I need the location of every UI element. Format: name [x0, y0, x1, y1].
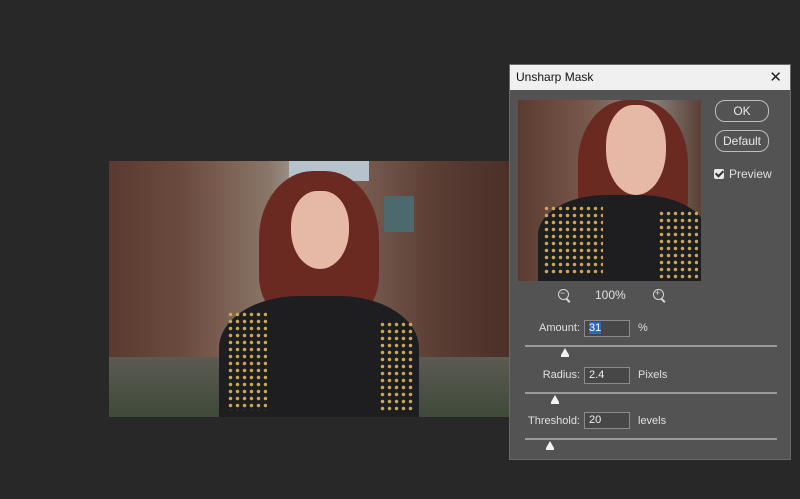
radius-slider-thumb[interactable]: [551, 395, 559, 404]
zoom-out-icon[interactable]: −: [558, 288, 569, 300]
zoom-in-icon[interactable]: +: [653, 288, 664, 300]
threshold-unit: levels: [638, 415, 667, 427]
unsharp-mask-dialog: Unsharp Mask ✕ OK Default Preview − 100%…: [509, 64, 791, 460]
amount-unit: %: [638, 322, 648, 334]
radius-label: Radius:: [542, 369, 580, 381]
dialog-title: Unsharp Mask: [516, 70, 594, 84]
canvas-photo: [109, 161, 509, 417]
photo-window: [384, 196, 414, 232]
photo-studs-right: [379, 321, 415, 411]
threshold-slider-thumb[interactable]: [546, 441, 554, 450]
preview-label: Preview: [729, 167, 772, 181]
close-icon[interactable]: ✕: [769, 68, 782, 86]
amount-slider-track[interactable]: [525, 345, 777, 347]
dialog-titlebar: Unsharp Mask ✕: [510, 65, 790, 90]
threshold-field[interactable]: 20: [584, 412, 630, 429]
photo-studs-left: [227, 311, 267, 411]
preview-toggle[interactable]: Preview: [714, 167, 772, 181]
threshold-slider-track[interactable]: [525, 438, 777, 440]
filter-preview[interactable]: [518, 100, 701, 281]
amount-field[interactable]: 31: [584, 320, 630, 337]
threshold-label: Threshold:: [528, 415, 580, 427]
preview-face: [606, 105, 666, 195]
preview-studs-left: [543, 205, 603, 275]
radius-slider-track[interactable]: [525, 392, 777, 394]
radius-unit: Pixels: [638, 369, 668, 381]
amount-slider-thumb[interactable]: [561, 348, 569, 357]
ok-button[interactable]: OK: [715, 100, 769, 122]
zoom-level: 100%: [595, 288, 626, 302]
preview-studs-right: [658, 210, 698, 280]
default-button[interactable]: Default: [715, 130, 769, 152]
radius-field[interactable]: 2.4: [584, 367, 630, 384]
amount-label: Amount:: [539, 322, 580, 334]
preview-checkbox[interactable]: [714, 169, 724, 179]
photo-face: [291, 191, 349, 269]
